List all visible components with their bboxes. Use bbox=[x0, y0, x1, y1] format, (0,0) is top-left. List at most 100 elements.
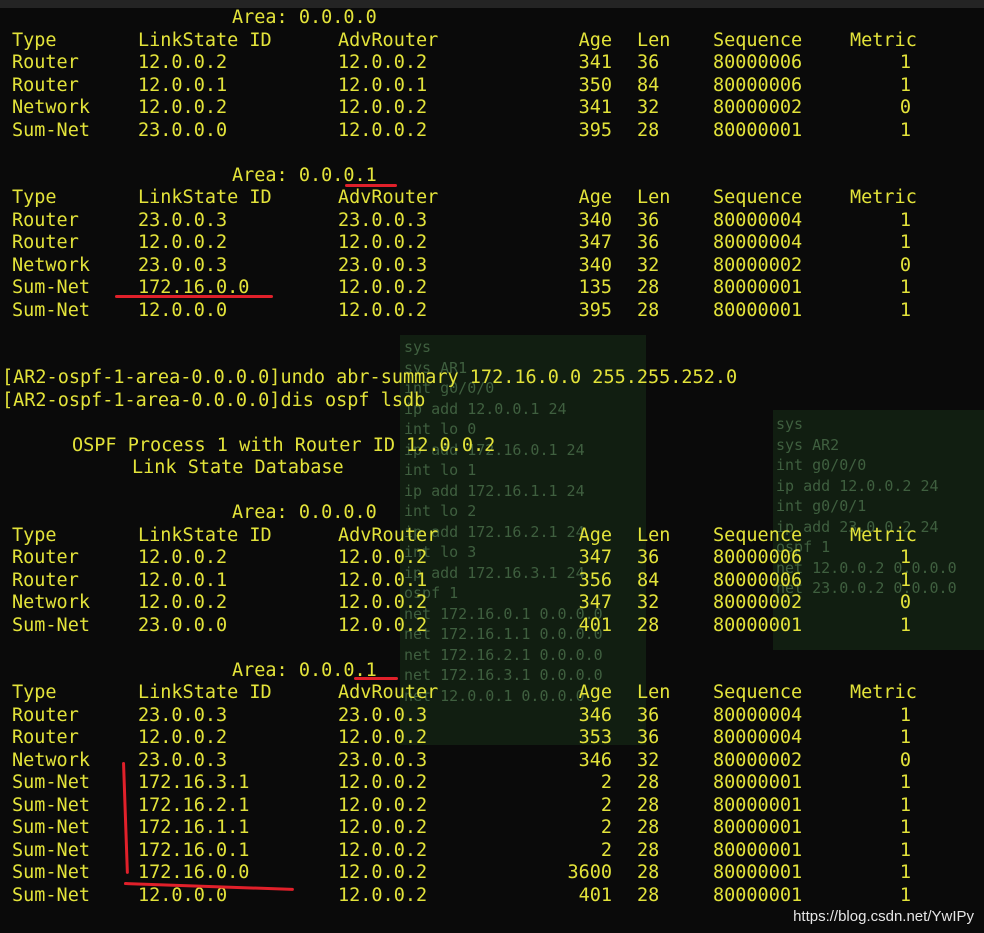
column-header: Type bbox=[12, 524, 57, 546]
table-cell: Sum-Net bbox=[12, 277, 90, 298]
table-cell: 80000004 bbox=[713, 727, 803, 748]
table-cell: 80000004 bbox=[713, 232, 803, 253]
table-cell: 80000001 bbox=[713, 614, 803, 636]
table-cell: 12.0.0.2 bbox=[338, 862, 428, 883]
column-header: Type bbox=[12, 29, 57, 51]
table-cell: 12.0.0.2 bbox=[338, 547, 428, 568]
table-cell: Router bbox=[12, 704, 79, 726]
table-cell: 0 bbox=[899, 254, 911, 276]
table-cell: Router bbox=[12, 547, 79, 568]
table-cell: 401 bbox=[578, 614, 612, 636]
table-cell: 12.0.0.2 bbox=[138, 592, 228, 613]
table-cell: 1 bbox=[899, 817, 911, 838]
terminal-output[interactable]: Area: 0.0.0.0 Type LinkState ID AdvRouter Ag… bbox=[0, 0, 984, 933]
table-cell: 1 bbox=[899, 794, 911, 816]
column-header: Metric bbox=[850, 682, 917, 703]
table-cell: 12.0.0.2 bbox=[338, 817, 428, 838]
table-cell: 80000006 bbox=[713, 569, 803, 591]
column-header: Metric bbox=[850, 187, 917, 208]
table-cell: 12.0.0.2 bbox=[138, 232, 228, 253]
table-cell: 28 bbox=[637, 614, 660, 636]
table-cell: 36 bbox=[637, 704, 660, 726]
table-cell: 80000006 bbox=[713, 547, 803, 568]
table-cell: 12.0.0.2 bbox=[338, 772, 428, 793]
table-cell: Router bbox=[12, 209, 79, 231]
table-cell: 80000004 bbox=[713, 704, 803, 726]
column-header: Type bbox=[12, 187, 57, 208]
table-cell: 172.16.1.1 bbox=[138, 817, 250, 838]
table-cell: 12.0.0.2 bbox=[338, 884, 428, 906]
table-cell: 80000001 bbox=[713, 839, 803, 861]
table-cell: 1 bbox=[899, 277, 911, 298]
table-cell: 1 bbox=[899, 614, 911, 636]
table-cell: 80000001 bbox=[713, 817, 803, 838]
column-header: AdvRouter bbox=[338, 682, 439, 703]
table-cell: 80000002 bbox=[713, 97, 803, 118]
watermark: https://blog.csdn.net/YwIPy bbox=[793, 908, 974, 925]
column-header: Metric bbox=[850, 29, 917, 51]
table-cell: 23.0.0.3 bbox=[138, 254, 228, 276]
table-cell: 12.0.0.2 bbox=[338, 277, 428, 298]
table-cell: Router bbox=[12, 52, 79, 73]
table-cell: 28 bbox=[637, 277, 660, 298]
table-cell: 12.0.0.2 bbox=[338, 232, 428, 253]
table-cell: Router bbox=[12, 569, 79, 591]
column-header: Len bbox=[637, 187, 671, 208]
table-cell: 28 bbox=[637, 299, 660, 321]
table-cell: 346 bbox=[578, 749, 612, 771]
table-cell: 1 bbox=[899, 52, 911, 73]
table-cell: 36 bbox=[637, 209, 660, 231]
table-cell: 12.0.0.2 bbox=[338, 299, 428, 321]
table-cell: 12.0.0.2 bbox=[138, 547, 228, 568]
column-header: Len bbox=[637, 524, 671, 546]
table-cell: 2 bbox=[600, 772, 612, 793]
table-cell: 340 bbox=[578, 209, 612, 231]
table-cell: 80000001 bbox=[713, 884, 803, 906]
column-header: LinkState ID bbox=[138, 29, 272, 51]
table-cell: 12.0.0.2 bbox=[338, 727, 428, 748]
table-cell: 12.0.0.2 bbox=[138, 727, 228, 748]
column-header: Len bbox=[637, 682, 671, 703]
table-cell: 0 bbox=[899, 592, 911, 613]
table-cell: 2 bbox=[600, 794, 612, 816]
table-cell: 1 bbox=[899, 299, 911, 321]
lsdb2-area0-label-text: Area: 0.0.0.0 bbox=[232, 502, 377, 523]
table-cell: 23.0.0.3 bbox=[138, 704, 228, 726]
table-cell: Network bbox=[12, 254, 90, 276]
table-cell: 12.0.0.1 bbox=[338, 569, 428, 591]
table-cell: 172.16.3.1 bbox=[138, 772, 250, 793]
table-cell: 80000004 bbox=[713, 209, 803, 231]
table-cell: Network bbox=[12, 97, 90, 118]
table-cell: 172.16.0.1 bbox=[138, 839, 250, 861]
column-header: Len bbox=[637, 29, 671, 51]
database-header-text: Link State Database bbox=[132, 457, 344, 478]
column-header: Age bbox=[578, 524, 612, 546]
table-cell: 23.0.0.3 bbox=[338, 254, 428, 276]
table-cell: 23.0.0.3 bbox=[338, 209, 428, 231]
table-cell: 341 bbox=[578, 97, 612, 118]
table-cell: 12.0.0.0 bbox=[138, 299, 228, 321]
table-cell: 1 bbox=[899, 704, 911, 726]
table-cell: 28 bbox=[637, 772, 660, 793]
table-cell: 0 bbox=[899, 749, 911, 771]
table-cell: 80000001 bbox=[713, 772, 803, 793]
table-cell: 401 bbox=[578, 884, 612, 906]
column-header: Type bbox=[12, 682, 57, 703]
table-cell: 32 bbox=[637, 749, 660, 771]
table-cell: 80000002 bbox=[713, 254, 803, 276]
table-cell: 347 bbox=[578, 547, 612, 568]
table-cell: 1 bbox=[899, 209, 911, 231]
table-cell: 356 bbox=[578, 569, 612, 591]
command-line-text: [AR2-ospf-1-area-0.0.0.0]undo abr-summar… bbox=[2, 367, 738, 388]
table-cell: 36 bbox=[637, 232, 660, 253]
column-header: Sequence bbox=[713, 187, 803, 208]
table-cell: Sum-Net bbox=[12, 839, 90, 861]
table-cell: 23.0.0.3 bbox=[338, 749, 428, 771]
table-cell: 1 bbox=[899, 74, 911, 96]
table-cell: 12.0.0.2 bbox=[338, 119, 428, 141]
table-cell: 395 bbox=[578, 119, 612, 141]
column-header: Age bbox=[578, 682, 612, 703]
table-cell: 12.0.0.2 bbox=[138, 52, 228, 73]
column-header: Sequence bbox=[713, 29, 803, 51]
annotation-underline-area-1-top bbox=[345, 184, 397, 187]
